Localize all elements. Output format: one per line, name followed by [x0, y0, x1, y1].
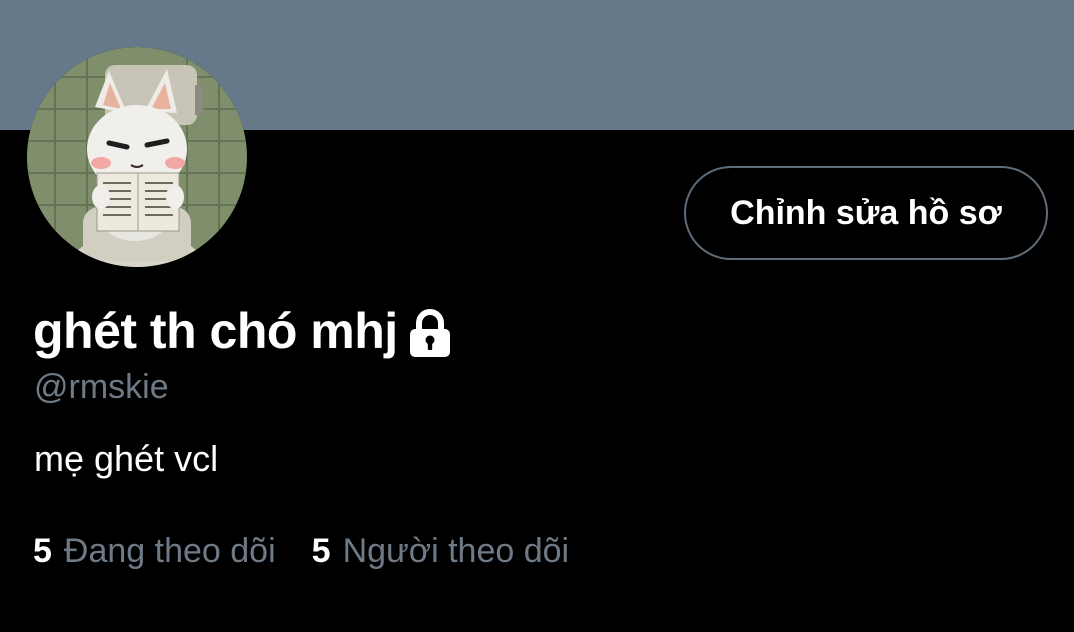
- profile-name-row: ghét th chó mhj: [33, 296, 453, 366]
- following-count: 5: [33, 532, 52, 570]
- following-link[interactable]: 5 Đang theo dõi: [33, 532, 276, 571]
- follow-stats: 5 Đang theo dõi 5 Người theo dõi: [33, 532, 569, 571]
- lock-icon: [407, 308, 453, 358]
- avatar[interactable]: [27, 47, 247, 267]
- following-label: Đang theo dõi: [63, 532, 276, 570]
- followers-label: Người theo dõi: [342, 532, 570, 570]
- edit-profile-button[interactable]: Chỉnh sửa hồ sơ: [684, 166, 1048, 260]
- display-name: ghét th chó mhj: [33, 303, 398, 359]
- followers-count: 5: [311, 532, 331, 570]
- avatar-image: [27, 47, 247, 267]
- profile-page: Chỉnh sửa hồ sơ ghét th chó mhj @rmskie …: [0, 0, 1074, 632]
- profile-bio: mẹ ghét vcl: [34, 438, 219, 479]
- followers-link[interactable]: 5 Người theo dõi: [312, 532, 569, 571]
- user-handle: @rmskie: [34, 368, 169, 406]
